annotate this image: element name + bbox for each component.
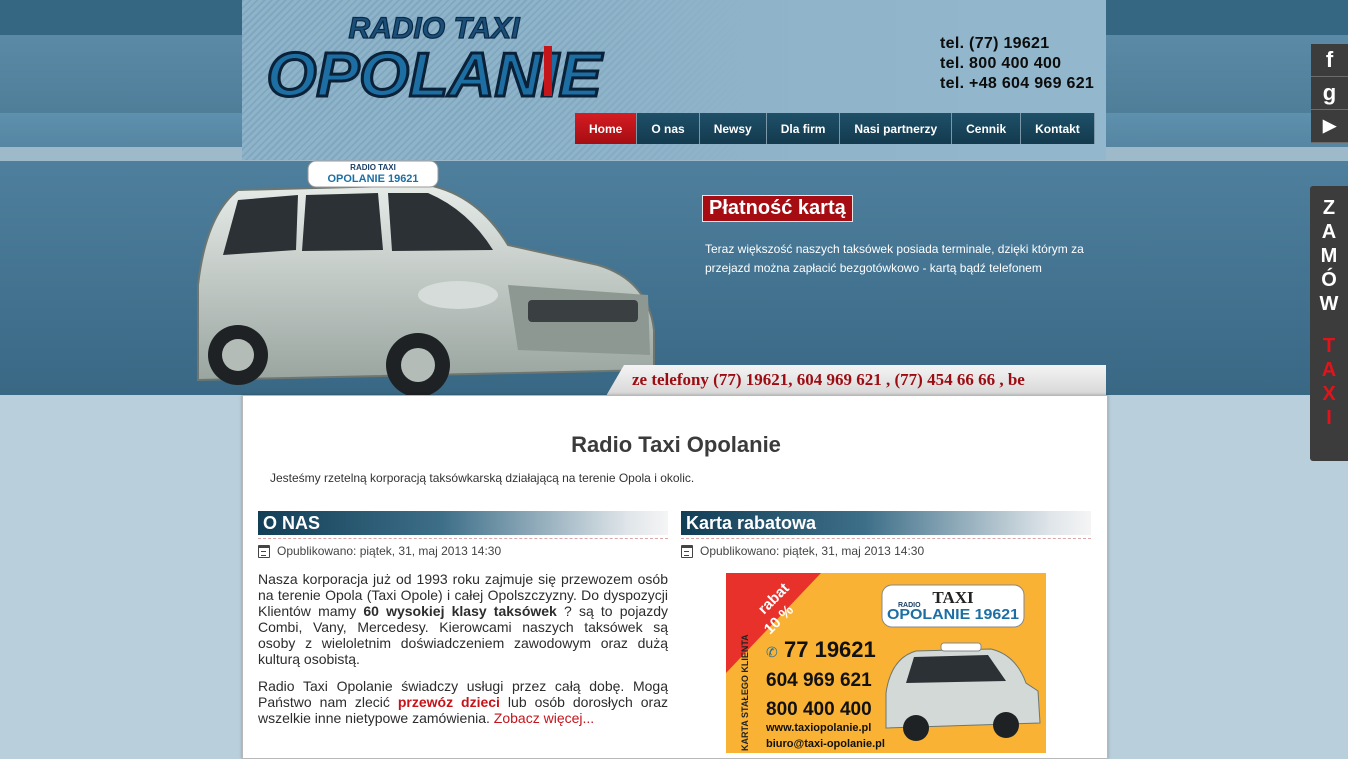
order-letter: W <box>1319 293 1339 315</box>
card-phone-1: 77 19621 <box>784 637 876 662</box>
header-phones: tel. (77) 19621 tel. 800 400 400 tel. +4… <box>940 34 1094 94</box>
promo-title: Płatność kartą <box>702 195 853 222</box>
taxi-sign-line2: OPOLANIE 19621 <box>327 173 418 185</box>
nav-cennik[interactable]: Cennik <box>952 113 1022 144</box>
publish-date: Opublikowano: piątek, 31, maj 2013 14:30 <box>277 544 502 558</box>
nav-o-nas[interactable]: O nas <box>637 113 700 144</box>
card-brand-top: TAXI <box>932 588 974 607</box>
nav-dla-firm[interactable]: Dla firm <box>766 113 841 144</box>
phone-ticker: ze telefony (77) 19621, 604 969 621 , (7… <box>606 365 1106 396</box>
ticker-text: ze telefony (77) 19621, 604 969 621 , (7… <box>632 370 1025 389</box>
page-title: Radio Taxi Opolanie <box>571 432 781 457</box>
phone-3[interactable]: tel. +48 604 969 621 <box>940 74 1094 94</box>
youtube-play-icon[interactable]: ▶ <box>1311 110 1348 143</box>
card-phone-3: 800 400 400 <box>766 699 872 720</box>
main-content: Radio Taxi Opolanie Jesteśmy rzetelną ko… <box>242 395 1108 759</box>
publish-meta-right: Opublikowano: piątek, 31, maj 2013 14:30 <box>681 544 924 558</box>
divider <box>681 538 1091 539</box>
order-taxi-tab[interactable]: Z A M Ó W T A X I <box>1310 186 1348 461</box>
nav-kontakt[interactable]: Kontakt <box>1021 113 1095 144</box>
order-letter: M <box>1320 245 1338 267</box>
order-letter: X <box>1322 383 1336 405</box>
section-heading-karta-rabatowa: Karta rabatowa <box>681 511 1091 535</box>
card-phone-icon: ✆ <box>766 645 778 661</box>
publish-meta-left: Opublikowano: piątek, 31, maj 2013 14:30 <box>258 544 501 558</box>
google-icon[interactable]: g <box>1311 77 1348 110</box>
order-letter: T <box>1322 335 1336 357</box>
phone-1[interactable]: tel. (77) 19621 <box>940 34 1094 54</box>
about-paragraph-1: Nasza korporacja już od 1993 roku zajmuj… <box>258 571 668 667</box>
social-bar: f g ▶ <box>1311 44 1348 143</box>
facebook-icon[interactable]: f <box>1311 44 1348 77</box>
nav-newsy[interactable]: Newsy <box>699 113 767 144</box>
card-email: biuro@taxi-opolanie.pl <box>766 738 885 750</box>
main-nav: Home O nas Newsy Dla firm Nasi partnerzy… <box>575 113 1095 144</box>
read-more-link[interactable]: Zobacz więcej... <box>494 710 594 726</box>
logo-tower-icon <box>544 46 552 96</box>
order-letter: Ó <box>1321 269 1337 291</box>
order-letter: Z <box>1322 197 1336 219</box>
card-side-text: KARTA STAŁEGO KLIENTA <box>740 634 750 751</box>
taxi-sign-line1: RADIO TAXI <box>350 163 396 172</box>
fleet-highlight: 60 wysokiej klasy taksówek <box>363 603 557 619</box>
promo-text: Teraz większość naszych taksówek posiada… <box>705 242 1084 275</box>
taxi-car-image: RADIO TAXI OPOLANIE 19621 <box>197 160 655 397</box>
card-website: www.taxiopolanie.pl <box>765 722 871 734</box>
card-phone-2: 604 969 621 <box>766 670 872 691</box>
order-letter: I <box>1326 407 1332 429</box>
site-logo[interactable]: RADIO TAXI OPOLANIE <box>262 8 607 104</box>
discount-card-image[interactable]: rabat 10 % RADIO TAXI OPOLANIE 19621 KAR… <box>726 573 1046 753</box>
calendar-icon <box>258 544 270 558</box>
section-heading-o-nas: O NAS <box>258 511 668 535</box>
nav-home[interactable]: Home <box>575 113 638 144</box>
calendar-icon <box>681 544 693 558</box>
order-letter: A <box>1321 359 1337 381</box>
order-letter: A <box>1321 221 1337 243</box>
publish-date: Opublikowano: piątek, 31, maj 2013 14:30 <box>700 544 925 558</box>
nav-nasi-partnerzy[interactable]: Nasi partnerzy <box>840 113 953 144</box>
divider <box>258 538 668 539</box>
about-paragraph-2: Radio Taxi Opolanie świadczy usługi prze… <box>258 678 668 726</box>
logo-main-text: OPOLANIE <box>267 41 604 104</box>
kids-transport-highlight: przewóz dzieci <box>397 694 500 710</box>
intro-text: Jesteśmy rzetelną korporacją taksówkarsk… <box>270 471 695 485</box>
phone-2[interactable]: tel. 800 400 400 <box>940 54 1094 74</box>
card-brand-main: OPOLANIE 19621 <box>887 606 1019 623</box>
